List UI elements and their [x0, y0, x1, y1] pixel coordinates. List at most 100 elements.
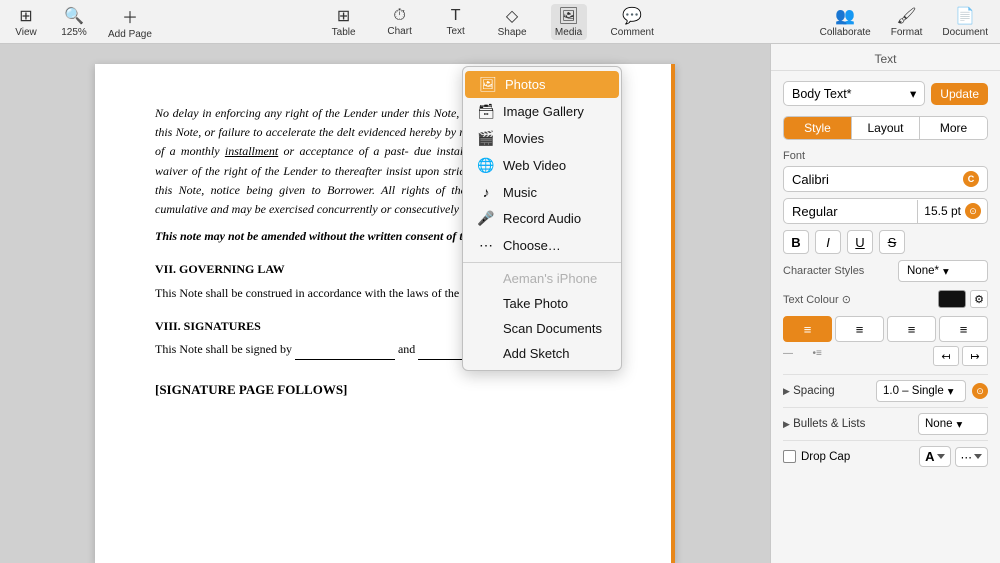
menu-item-movies[interactable]: 🎬 Movies [463, 125, 621, 152]
panel-body: Body Text* ▾ Update Style Layout More Fo… [771, 71, 1000, 563]
document-icon: 📄 [955, 6, 975, 26]
format-icon: 🖌 [896, 6, 916, 26]
spacing-triangle: ▶ [783, 386, 790, 396]
toolbar-right: 👥 Collaborate 🖌 Format 📄 Document [816, 4, 992, 40]
spacing-dropdown[interactable]: 1.0 – Single ▾ [876, 380, 966, 402]
installment-underline: installment [225, 144, 278, 158]
bold-button[interactable]: B [783, 230, 809, 254]
signature-page-label: [SIGNATURE PAGE FOLLOWS] [155, 380, 615, 401]
movies-icon: 🎬 [477, 130, 495, 147]
indent-right-area: ↤ ↦ [933, 346, 988, 366]
add-page-button[interactable]: ＋ Add Page [104, 2, 156, 42]
colour-gear-icon[interactable]: ⚙ [970, 290, 988, 308]
web-video-icon: 🌐 [477, 157, 495, 174]
comment-button[interactable]: 💬 Comment [607, 4, 658, 40]
menu-item-aemans-iphone: Aeman's iPhone [463, 266, 621, 291]
orange-bar [671, 64, 675, 563]
document-button[interactable]: 📄 Document [938, 4, 992, 40]
menu-item-photos[interactable]: 🖼 Photos [465, 71, 619, 98]
align-left-button[interactable]: ≡ [783, 316, 832, 342]
alignment-row: ≡ ≡ ≡ ≡ [783, 316, 988, 342]
music-icon: ♪ [477, 184, 495, 200]
indent-decrease-button[interactable]: ↤ [933, 346, 959, 366]
text-button[interactable]: T Text [438, 5, 474, 39]
collaborate-button[interactable]: 👥 Collaborate [816, 4, 875, 40]
character-styles-row: Character Styles None* ▾ [783, 260, 988, 282]
zoom-icon: 🔍 [64, 6, 84, 26]
document-area: No delay in enforcing any right of the L… [0, 44, 770, 563]
drop-cap-style-button[interactable]: A [919, 446, 950, 467]
text-colour-label: Text Colour ⊙ [783, 293, 851, 306]
char-styles-label: Character Styles [783, 265, 864, 277]
tab-layout[interactable]: Layout [852, 117, 920, 139]
drop-cap-row: Drop Cap A ⋯ [783, 440, 988, 472]
align-center-button[interactable]: ≡ [835, 316, 884, 342]
bullets-dropdown[interactable]: None ▾ [918, 413, 988, 435]
font-options-icon[interactable]: C [963, 171, 979, 187]
style-dropdown[interactable]: Body Text* ▾ [783, 81, 925, 106]
main-area: No delay in enforcing any right of the L… [0, 44, 1000, 563]
menu-item-add-sketch[interactable]: Add Sketch [463, 341, 621, 366]
panel-header: Text [771, 44, 1000, 71]
menu-item-scan-documents[interactable]: Scan Documents [463, 316, 621, 341]
indent-spacing-label: — •≡ [783, 346, 906, 361]
colour-swatch-row: ⚙ [938, 290, 988, 308]
menu-item-image-gallery[interactable]: 🗃 Image Gallery [463, 98, 621, 125]
menu-divider [463, 262, 621, 263]
panel-tabs: Style Layout More [783, 116, 988, 140]
zoom-button[interactable]: 🔍 125% [56, 4, 92, 40]
font-style-dropdown[interactable]: Regular [784, 200, 918, 223]
font-name-row[interactable]: Calibri C [783, 166, 988, 192]
font-section-label: Font [783, 150, 988, 162]
view-button[interactable]: ⊞ View [8, 4, 44, 40]
char-styles-chevron: ▾ [943, 264, 949, 278]
tab-style[interactable]: Style [784, 117, 852, 139]
drop-cap-checkbox[interactable] [783, 450, 796, 463]
view-icon: ⊞ [19, 6, 32, 26]
bullets-chevron: ▾ [957, 417, 963, 431]
align-right-button[interactable]: ≡ [887, 316, 936, 342]
image-gallery-icon: 🗃 [477, 103, 495, 120]
toolbar-left: ⊞ View 🔍 125% ＋ Add Page [8, 2, 168, 42]
chart-button[interactable]: ⏱ Chart [382, 5, 418, 39]
drop-cap-buttons: A ⋯ [919, 446, 988, 467]
media-button[interactable]: 🖼 Media [551, 4, 587, 40]
indent-increase-button[interactable]: ↦ [962, 346, 988, 366]
shape-button[interactable]: ◇ Shape [494, 4, 531, 40]
collaborate-icon: 👥 [835, 6, 855, 26]
font-size-stepper[interactable]: ⊙ [965, 203, 981, 219]
bullets-row[interactable]: ▶ Bullets & Lists None ▾ [783, 407, 988, 440]
drop-cap-options-button[interactable]: ⋯ [955, 447, 989, 467]
format-buttons-row: B I U S [783, 230, 988, 254]
drop-cap-a-icon: A [925, 449, 934, 464]
menu-item-record-audio[interactable]: 🎤 Record Audio [463, 205, 621, 232]
menu-item-choose[interactable]: ⋯ Choose… [463, 232, 621, 259]
text-icon: T [451, 7, 461, 25]
photos-icon: 🖼 [479, 76, 497, 93]
menu-item-music[interactable]: ♪ Music [463, 179, 621, 205]
font-size-controls: 15.5 pt ⊙ [918, 199, 987, 223]
update-button[interactable]: Update [931, 83, 988, 105]
font-style-row: Regular 15.5 pt ⊙ [783, 198, 988, 224]
menu-item-take-photo[interactable]: Take Photo [463, 291, 621, 316]
spacing-row[interactable]: ▶ Spacing 1.0 – Single ▾ ⊙ [783, 374, 988, 407]
underline-button[interactable]: U [847, 230, 873, 254]
chevron-down-icon: ▾ [910, 86, 916, 101]
drop-cap-chevron [937, 454, 945, 459]
colour-swatch[interactable] [938, 290, 966, 308]
table-button[interactable]: ⊞ Table [326, 4, 362, 40]
italic-button[interactable]: I [815, 230, 841, 254]
text-colour-row: Text Colour ⊙ ⚙ [783, 290, 988, 308]
media-dropdown-menu: 🖼 Photos 🗃 Image Gallery 🎬 Movies 🌐 Web … [462, 66, 622, 371]
align-justify-button[interactable]: ≡ [939, 316, 988, 342]
strikethrough-button[interactable]: S [879, 230, 905, 254]
format-button[interactable]: 🖌 Format [887, 4, 927, 40]
drop-cap-checkbox-row[interactable]: Drop Cap [783, 450, 850, 463]
char-styles-dropdown[interactable]: None* ▾ [898, 260, 988, 282]
spacing-label: ▶ Spacing [783, 385, 835, 397]
tab-more[interactable]: More [920, 117, 987, 139]
indent-left-area: — •≡ [783, 346, 906, 366]
menu-item-web-video[interactable]: 🌐 Web Video [463, 152, 621, 179]
spacing-options-icon[interactable]: ⊙ [972, 383, 988, 399]
record-audio-icon: 🎤 [477, 210, 495, 227]
